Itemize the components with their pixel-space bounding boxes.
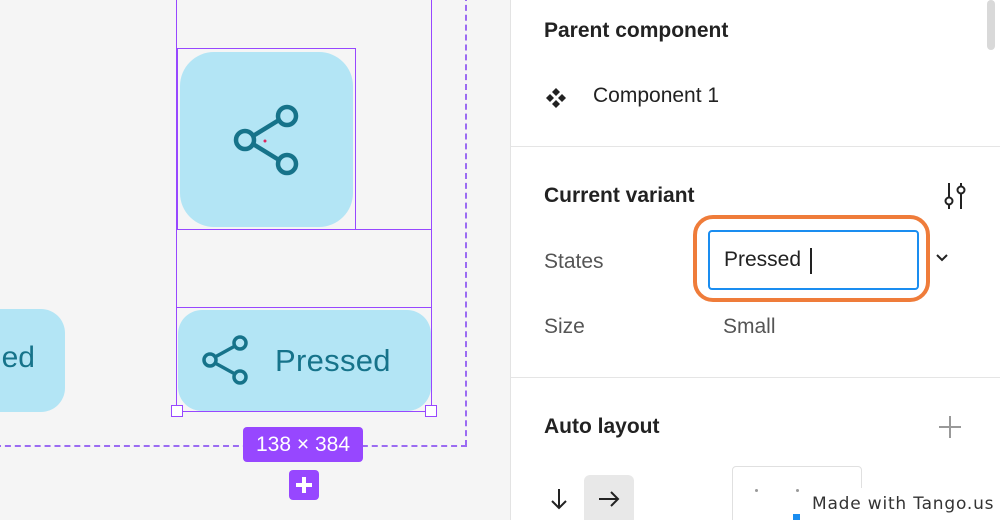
section-divider xyxy=(511,146,1000,147)
text-caret xyxy=(810,248,812,274)
resize-handle-bottom-left[interactable] xyxy=(171,405,183,417)
states-value-input[interactable] xyxy=(708,230,919,290)
alignment-dot[interactable] xyxy=(755,489,758,492)
horizontal-direction-button[interactable] xyxy=(584,475,634,520)
size-value[interactable]: Small xyxy=(723,315,776,339)
current-variant-heading: Current variant xyxy=(544,184,695,207)
auto-layout-heading: Auto layout xyxy=(544,415,660,438)
variant-settings-icon[interactable] xyxy=(941,181,969,211)
arrow-down-icon[interactable] xyxy=(549,487,569,511)
add-variant-button[interactable] xyxy=(289,470,319,500)
alignment-dot[interactable] xyxy=(796,489,799,492)
parent-component-heading: Parent component xyxy=(544,19,729,42)
alignment-indicator xyxy=(793,514,800,520)
component-set-border xyxy=(465,0,467,446)
variant-button-label: ed xyxy=(1,341,35,374)
design-canvas[interactable]: ed Pressed 138 × 384 xyxy=(0,0,510,520)
section-divider xyxy=(511,377,1000,378)
component-set-border-bottom xyxy=(0,445,467,447)
dimension-badge: 138 × 384 xyxy=(243,427,363,462)
inner-selection-outline xyxy=(177,48,356,230)
size-label: Size xyxy=(544,315,585,338)
properties-panel: Parent component Component 1 Current var… xyxy=(510,0,1000,520)
component-icon xyxy=(546,88,566,108)
tango-watermark: Made with Tango.us xyxy=(800,488,1000,520)
arrow-right-icon xyxy=(599,491,620,507)
resize-handle-bottom-right[interactable] xyxy=(425,405,437,417)
frame-divider xyxy=(176,307,432,308)
plus-icon[interactable] xyxy=(937,414,963,440)
states-label: States xyxy=(544,250,604,273)
chevron-down-icon[interactable] xyxy=(932,247,952,267)
parent-component-link[interactable]: Component 1 xyxy=(593,84,719,108)
panel-scrollbar[interactable] xyxy=(987,0,995,50)
variant-button-partial[interactable]: ed xyxy=(0,309,65,412)
